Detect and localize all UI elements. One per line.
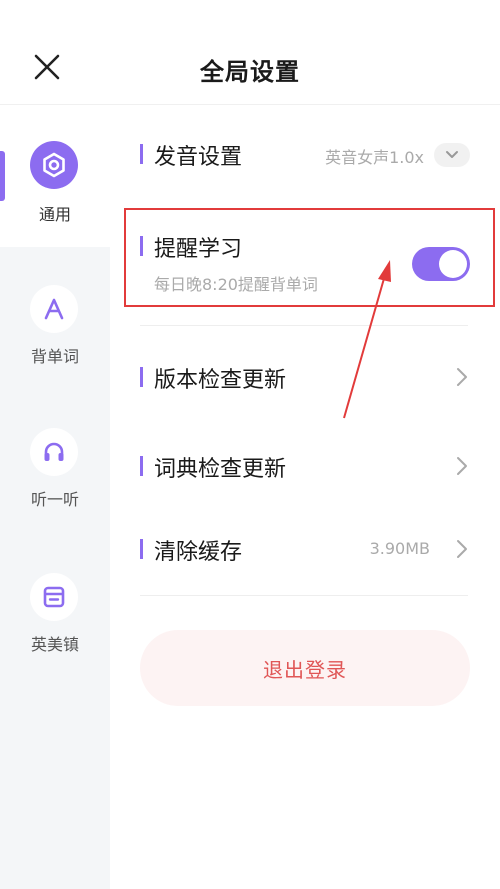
- cache-size-value: 3.90MB: [369, 539, 430, 558]
- divider: [140, 595, 468, 596]
- pronunciation-dropdown[interactable]: [434, 143, 470, 167]
- sidebar-item-label: 英美镇: [30, 635, 79, 654]
- sidebar-item-town[interactable]: 英美镇: [0, 561, 110, 661]
- pronunciation-title: 发音设置: [140, 139, 242, 171]
- letter-a-icon: [30, 285, 78, 333]
- headphones-icon: [30, 428, 78, 476]
- divider: [140, 325, 468, 326]
- chevron-right-icon: [454, 538, 470, 560]
- clear-cache-row[interactable]: 清除缓存 3.90MB: [140, 530, 470, 570]
- settings-circle-icon: [30, 141, 78, 189]
- version-check-title: 版本检查更新: [140, 362, 286, 394]
- sidebar-item-label: 背单词: [30, 347, 79, 366]
- chevron-right-icon: [454, 455, 470, 477]
- page-title: 全局设置: [200, 58, 300, 86]
- newspaper-icon: [30, 573, 78, 621]
- pronunciation-value: 英音女声1.0x: [325, 148, 424, 167]
- version-check-row[interactable]: 版本检查更新: [140, 358, 470, 398]
- sidebar-item-listen[interactable]: 听一听: [0, 418, 110, 518]
- annotation-highlight-box: [124, 208, 495, 307]
- clear-cache-title: 清除缓存: [140, 534, 242, 566]
- active-indicator: [0, 151, 5, 201]
- logout-button[interactable]: 退出登录: [140, 630, 470, 706]
- dict-check-title: 词典检查更新: [140, 451, 286, 483]
- sidebar-item-vocab[interactable]: 背单词: [0, 275, 110, 375]
- sidebar-item-label: 通用: [38, 205, 71, 224]
- header: 全局设置: [0, 0, 500, 105]
- dict-check-row[interactable]: 词典检查更新: [140, 447, 470, 487]
- sidebar-item-label: 听一听: [30, 490, 79, 509]
- pronunciation-row[interactable]: 发音设置 英音女声1.0x: [140, 135, 470, 175]
- sidebar-item-general[interactable]: 通用: [0, 105, 110, 247]
- sidebar: 通用 背单词 听一听 英美镇: [0, 105, 110, 889]
- chevron-right-icon: [454, 366, 470, 388]
- chevron-down-icon: [446, 151, 458, 158]
